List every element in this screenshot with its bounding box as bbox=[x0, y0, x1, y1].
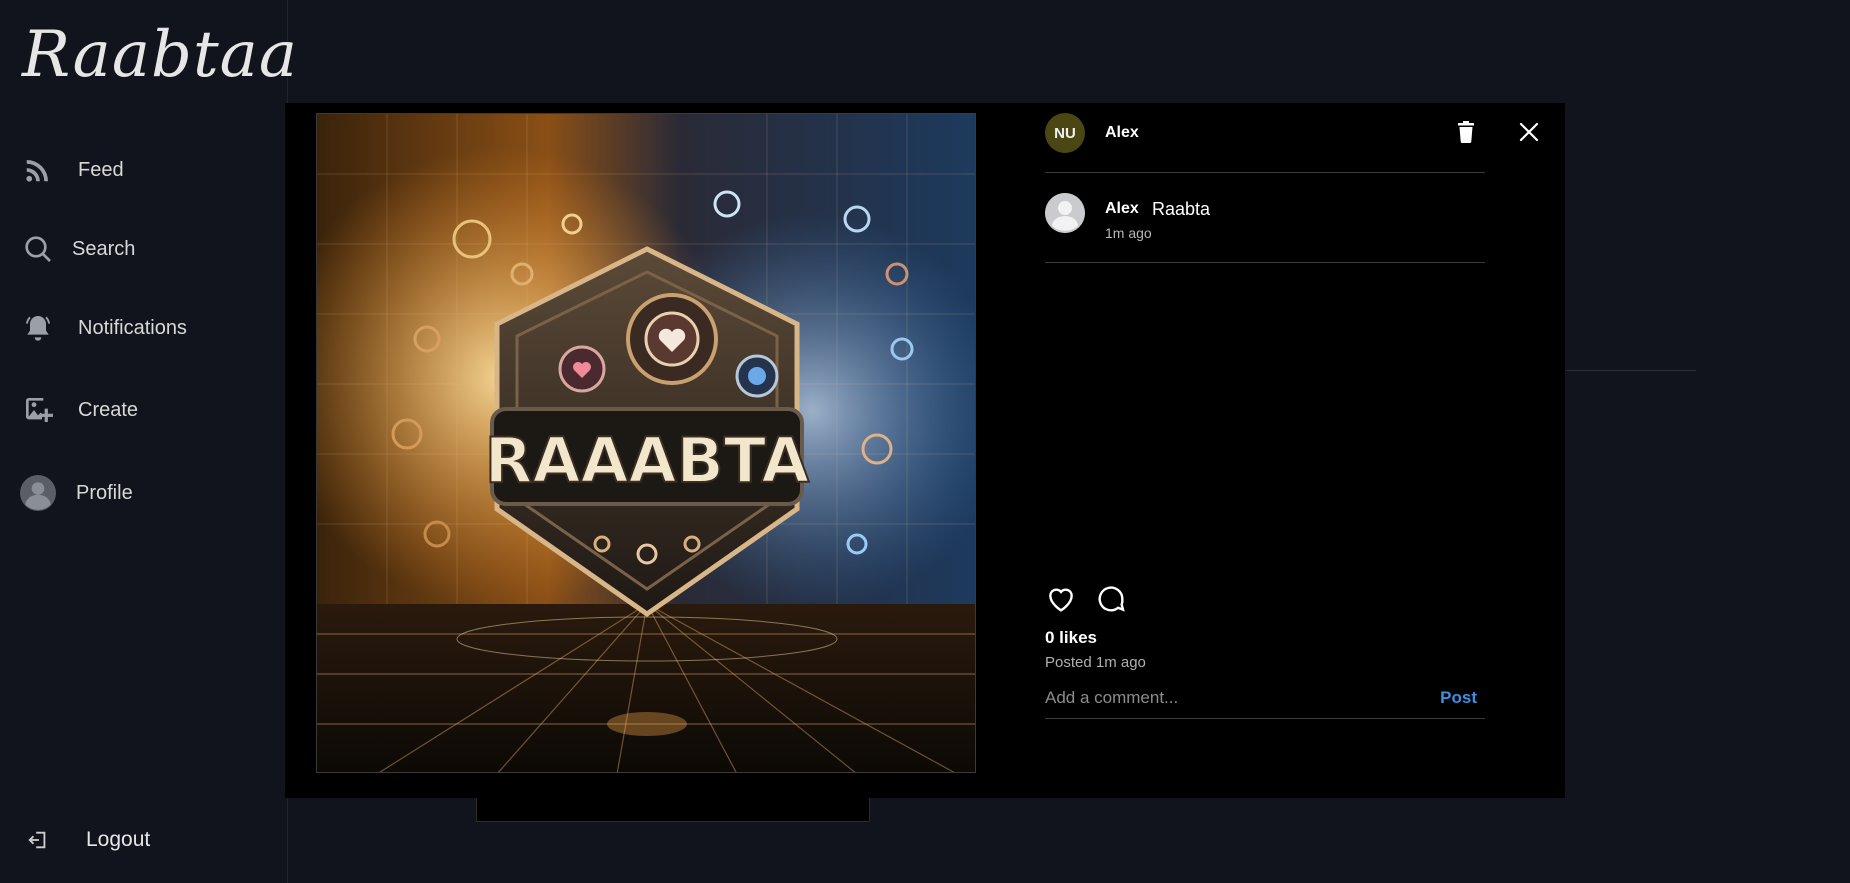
app-root: Raabtaa Feed Search Notifications Create… bbox=[0, 0, 1850, 883]
bell-icon bbox=[20, 310, 56, 346]
sidebar-item-label: Search bbox=[72, 237, 136, 260]
avatar[interactable] bbox=[1045, 193, 1085, 233]
caption-timestamp: 1m ago bbox=[1105, 225, 1152, 241]
post-modal: RAAABTA NU Alex Alex Raabta 1m ago 0 lik… bbox=[285, 103, 1565, 798]
sidebar-item-label: Create bbox=[78, 398, 139, 421]
app-logo[interactable]: Raabtaa bbox=[22, 18, 298, 92]
add-image-icon bbox=[20, 392, 56, 428]
logout-icon bbox=[20, 822, 56, 858]
close-icon bbox=[1519, 122, 1539, 142]
like-button[interactable] bbox=[1045, 583, 1077, 615]
sidebar-item-profile[interactable]: Profile bbox=[20, 469, 133, 517]
sidebar-item-notifications[interactable]: Notifications bbox=[20, 304, 187, 352]
comment-input[interactable] bbox=[1045, 681, 1425, 715]
close-modal-button[interactable] bbox=[1517, 120, 1545, 148]
sidebar-item-search[interactable]: Search bbox=[20, 225, 135, 273]
post-author-username[interactable]: Alex bbox=[1105, 124, 1139, 142]
comment-form: Post bbox=[1045, 681, 1485, 719]
sidebar-item-create[interactable]: Create bbox=[20, 386, 138, 434]
delete-post-button[interactable] bbox=[1454, 120, 1482, 148]
avatar[interactable]: NU bbox=[1045, 113, 1085, 153]
sidebar-item-feed[interactable]: Feed bbox=[20, 146, 124, 194]
sidebar-item-label: Notifications bbox=[78, 316, 187, 339]
post-comment-button[interactable]: Post bbox=[1440, 688, 1477, 708]
rss-icon bbox=[20, 152, 56, 188]
posted-time: Posted 1m ago bbox=[1045, 654, 1146, 671]
caption-username[interactable]: Alex bbox=[1105, 200, 1139, 218]
logout-button[interactable]: Logout bbox=[20, 816, 150, 864]
sidebar: Raabtaa Feed Search Notifications Create… bbox=[0, 0, 297, 883]
heart-icon bbox=[1049, 588, 1073, 612]
caption-text: Raabta bbox=[1152, 199, 1211, 219]
comment-button[interactable] bbox=[1095, 583, 1127, 615]
caption-divider bbox=[1045, 262, 1485, 263]
logout-label: Logout bbox=[86, 828, 151, 851]
post-image: RAAABTA bbox=[316, 113, 976, 773]
svg-text:RAAABTA: RAAABTA bbox=[485, 424, 809, 497]
likes-count[interactable]: 0 likes bbox=[1045, 628, 1097, 648]
post-caption: Alex Raabta 1m ago bbox=[1045, 193, 1485, 253]
trash-icon bbox=[1458, 121, 1474, 143]
post-header: NU Alex bbox=[1045, 113, 1485, 167]
avatar-icon bbox=[20, 475, 56, 511]
sidebar-item-label: Feed bbox=[78, 158, 124, 181]
header-divider bbox=[1045, 172, 1485, 173]
sidebar-item-label: Profile bbox=[76, 481, 133, 504]
comment-icon bbox=[1098, 586, 1125, 612]
feed-divider bbox=[1566, 370, 1696, 371]
search-icon bbox=[20, 231, 56, 267]
